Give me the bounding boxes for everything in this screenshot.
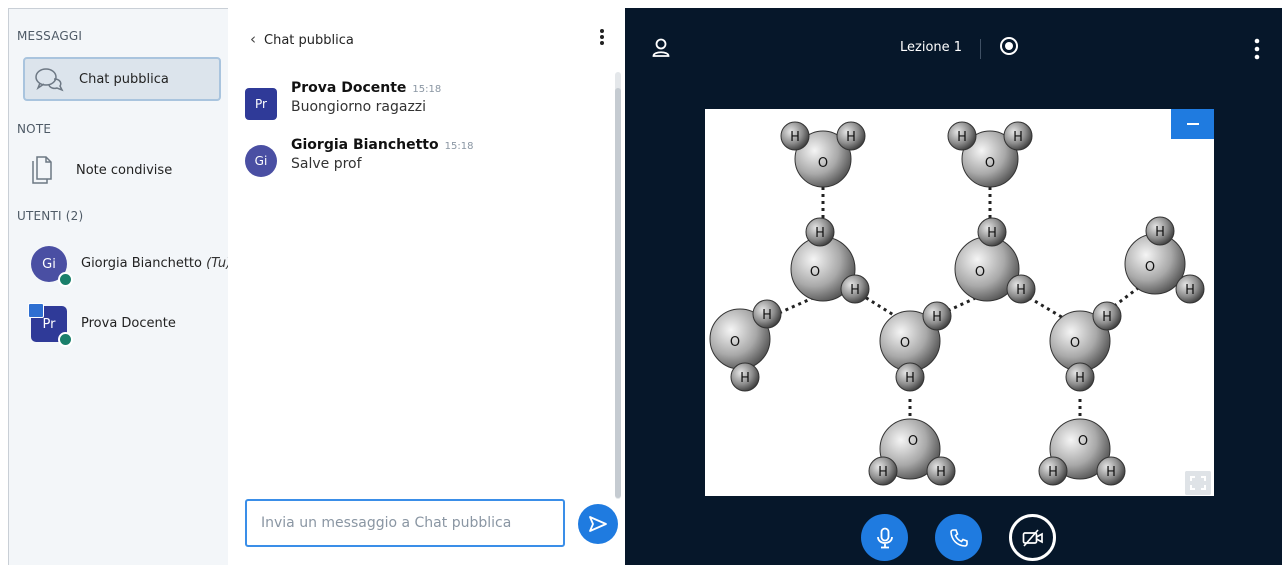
kebab-icon[interactable] <box>599 28 605 46</box>
svg-text:H: H <box>905 371 915 386</box>
svg-text:H: H <box>1048 465 1058 480</box>
microphone-icon <box>58 332 73 347</box>
message-text: Buongiorno ragazzi <box>291 99 427 115</box>
svg-text:H: H <box>878 465 888 480</box>
microphone-button[interactable] <box>861 514 908 561</box>
message-time: 15:18 <box>444 141 474 152</box>
chat-scrollbar[interactable] <box>615 72 621 499</box>
svg-text:O: O <box>810 265 820 280</box>
minimize-icon <box>1186 123 1199 125</box>
minimize-presentation-button[interactable] <box>1171 109 1214 139</box>
svg-text:H: H <box>790 130 800 145</box>
scrollbar-thumb[interactable] <box>615 88 621 498</box>
svg-text:H: H <box>740 371 750 386</box>
message-text: Salve prof <box>291 156 362 172</box>
svg-text:H: H <box>1102 310 1112 325</box>
avatar: Gi <box>245 145 277 177</box>
svg-text:O: O <box>975 265 985 280</box>
svg-text:H: H <box>850 283 860 298</box>
sidebar-item-public-chat[interactable]: Chat pubblica <box>23 57 221 101</box>
avatar: Pr <box>245 88 277 120</box>
presentation-slide[interactable]: H H O H H O H H O H H O H H O H H O H H … <box>705 109 1214 496</box>
svg-text:H: H <box>1185 283 1195 298</box>
microphone-icon <box>58 272 73 287</box>
user-list-item[interactable]: Pr Prova Docente <box>28 303 231 350</box>
chat-title: Chat pubblica <box>264 33 354 48</box>
back-chevron-icon[interactable]: ‹ <box>250 30 256 48</box>
presentation-title: Lezione 1 <box>900 40 963 55</box>
chat-bubbles-icon <box>35 68 64 92</box>
chat-panel: ‹ Chat pubblica Pr Prova Docente 15:18 Buo… <box>228 8 625 565</box>
svg-text:H: H <box>957 130 967 145</box>
message-time: 15:18 <box>412 84 442 95</box>
public-chat-label: Chat pubblica <box>79 72 169 87</box>
notes-section-title: NOTE <box>17 122 52 136</box>
record-icon[interactable] <box>999 36 1019 56</box>
user-name: Giorgia Bianchetto (Tu) <box>81 256 232 271</box>
svg-text:O: O <box>818 156 828 171</box>
sidebar-item-shared-notes[interactable]: Note condivise <box>23 151 221 193</box>
kebab-icon[interactable] <box>1254 38 1260 60</box>
users-section-title: UTENTI (2) <box>17 209 84 223</box>
user-icon[interactable] <box>652 38 670 58</box>
phone-button[interactable] <box>935 514 982 561</box>
chat-message-input[interactable] <box>247 501 563 545</box>
user-list-item[interactable]: Gi Giorgia Bianchetto (Tu) <box>31 246 231 290</box>
svg-text:H: H <box>932 310 942 325</box>
svg-text:O: O <box>908 434 918 449</box>
svg-text:H: H <box>1013 130 1023 145</box>
water-molecules-image: H H O H H O H H O H H O H H O H H O H H … <box>709 121 1205 486</box>
svg-text:O: O <box>985 156 995 171</box>
fullscreen-icon[interactable] <box>1185 471 1211 495</box>
chat-header[interactable]: ‹ Chat pubblica <box>250 30 354 48</box>
svg-text:H: H <box>1106 465 1116 480</box>
camera-off-icon <box>1022 528 1043 547</box>
document-icon <box>32 156 52 184</box>
svg-text:H: H <box>815 226 825 241</box>
svg-text:H: H <box>1016 283 1026 298</box>
presentation-area: Lezione 1 H H O H H O H H O H H O H H O … <box>625 8 1282 565</box>
svg-text:O: O <box>730 335 740 350</box>
send-button[interactable] <box>578 504 618 544</box>
message-author: Prova Docente 15:18 <box>291 80 442 96</box>
svg-text:H: H <box>936 465 946 480</box>
svg-text:H: H <box>1075 371 1085 386</box>
svg-text:H: H <box>987 226 997 241</box>
phone-icon <box>949 528 968 547</box>
presenter-icon <box>28 303 44 318</box>
user-name: Prova Docente <box>81 316 176 331</box>
svg-text:H: H <box>1155 225 1165 240</box>
sidebar: MESSAGGI Chat pubblica NOTE Note condivi… <box>8 8 231 565</box>
svg-text:H: H <box>762 308 772 323</box>
window-top-border <box>0 0 1282 8</box>
svg-text:O: O <box>900 336 910 351</box>
shared-notes-label: Note condivise <box>76 163 173 178</box>
svg-text:O: O <box>1145 260 1155 275</box>
svg-text:O: O <box>1078 434 1088 449</box>
camera-toggle-button[interactable] <box>1009 514 1056 561</box>
messages-section-title: MESSAGGI <box>17 29 83 43</box>
microphone-icon <box>876 527 893 548</box>
svg-text:O: O <box>1070 336 1080 351</box>
header-divider <box>980 39 981 59</box>
chat-input-box[interactable] <box>245 499 565 547</box>
window-left-border <box>0 8 8 565</box>
svg-text:H: H <box>846 130 856 145</box>
send-icon <box>589 516 607 532</box>
message-author: Giorgia Bianchetto 15:18 <box>291 137 474 153</box>
